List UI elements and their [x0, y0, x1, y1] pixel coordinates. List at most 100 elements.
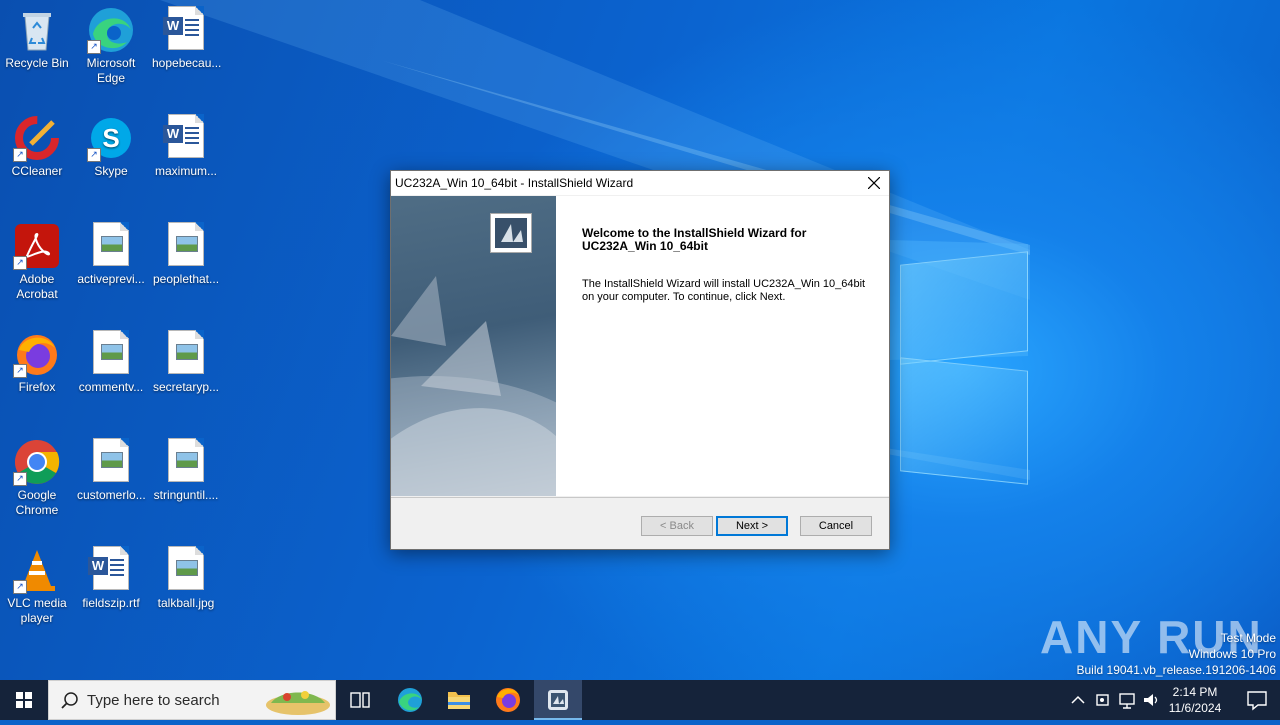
installshield-logo-icon [490, 213, 532, 253]
watermark-line: Windows 10 Pro [1188, 647, 1276, 661]
edge-icon: ↗ [87, 6, 135, 54]
task-view-button[interactable] [336, 680, 384, 720]
desktop-icon-label: Google Chrome [15, 488, 59, 517]
desktop-icon-firefox[interactable]: ↗ Firefox [1, 324, 73, 395]
desktop-icon-label: commentv... [78, 380, 144, 394]
desktop-icon-fieldszip[interactable]: W fieldszip.rtf [75, 540, 147, 611]
desktop-icon-customerlo[interactable]: customerlo... [75, 432, 147, 503]
back-button[interactable]: < Back [641, 516, 713, 536]
task-view-icon [350, 692, 370, 708]
taskbar: Type here to search 2:14 PM 11/6/2024 [0, 680, 1280, 720]
desktop-icon-commentv[interactable]: commentv... [75, 324, 147, 395]
watermark-line: Build 19041.vb_release.191206-1406 [1076, 663, 1277, 677]
desktop-icon-label: fieldszip.rtf [82, 596, 140, 610]
skype-icon: S ↗ [87, 114, 135, 162]
desktop-icon-vlc-media-player[interactable]: ↗ VLC media player [1, 540, 73, 626]
word-document-icon: W [162, 114, 210, 162]
word-document-icon: W [87, 546, 135, 594]
system-watermark: Test Mode Windows 10 Pro Build 19041.vb_… [1077, 630, 1277, 678]
windows-logo-pane-tl [900, 251, 1028, 365]
desktop-icon-microsoft-edge[interactable]: ↗ Microsoft Edge [75, 0, 147, 86]
image-file-icon [162, 438, 210, 486]
desktop-icon-label: stringuntil.... [153, 488, 219, 502]
desktop-icon-maximum[interactable]: W maximum... [150, 108, 222, 179]
clock-time: 2:14 PM [1172, 685, 1218, 699]
wizard-divider [391, 497, 889, 498]
desktop-icon-label: hopebecau... [152, 56, 222, 70]
action-center-button[interactable] [1234, 680, 1280, 720]
installshield-wizard-window: UC232A_Win 10_64bit - InstallShield Wiza… [390, 170, 890, 550]
windows-start-icon [16, 692, 32, 708]
clock-date: 11/6/2024 [1168, 701, 1222, 715]
image-file-icon [162, 330, 210, 378]
desktop-icon-talkball[interactable]: talkball.jpg [150, 540, 222, 611]
watermark-line: Test Mode [1220, 631, 1276, 645]
desktop-icon-ccleaner[interactable]: ↗ CCleaner [1, 108, 73, 179]
desktop-icon-hopebecau[interactable]: W hopebecau... [150, 0, 222, 71]
search-icon [61, 692, 78, 709]
search-highlight-doodle-icon [266, 691, 330, 715]
desktop-icon-peoplethat[interactable]: peoplethat... [150, 216, 222, 287]
ccleaner-icon: ↗ [13, 114, 61, 162]
volume-icon[interactable] [1141, 690, 1161, 710]
next-button[interactable]: Next > [716, 516, 788, 536]
notification-icon [1247, 691, 1267, 711]
close-button[interactable] [859, 171, 889, 195]
desktop-icon-label: Microsoft Edge [86, 56, 136, 85]
vlc-icon: ↗ [13, 546, 61, 594]
taskbar-clock[interactable]: 2:14 PM 11/6/2024 [1165, 684, 1225, 716]
windows-logo-pane-bl [900, 357, 1028, 485]
desktop-icon-label: secretaryp... [152, 380, 220, 394]
desktop-icon-label: CCleaner [11, 164, 63, 178]
shortcut-arrow-icon: ↗ [87, 148, 101, 162]
cancel-button[interactable]: Cancel [800, 516, 872, 536]
wizard-titlebar[interactable]: UC232A_Win 10_64bit - InstallShield Wiza… [391, 171, 889, 195]
taskbar-edge-button[interactable] [386, 680, 434, 720]
start-button[interactable] [0, 680, 48, 720]
installshield-icon [548, 690, 568, 710]
image-file-icon [87, 330, 135, 378]
desktop-icon-label: customerlo... [77, 488, 146, 502]
desktop-icon-secretaryp[interactable]: secretaryp... [150, 324, 222, 395]
image-file-icon [162, 222, 210, 270]
wizard-body-line: on your computer. To continue, click Nex… [582, 291, 786, 303]
desktop-icon-adobe-acrobat[interactable]: ↗ Adobe Acrobat [1, 216, 73, 302]
acrobat-icon: ↗ [13, 222, 61, 270]
desktop-icon-recycle-bin[interactable]: Recycle Bin [1, 0, 73, 71]
desktop-icon-label: VLC media player [7, 596, 67, 625]
desktop-icon-google-chrome[interactable]: ↗ Google Chrome [1, 432, 73, 518]
shortcut-arrow-icon: ↗ [13, 472, 27, 486]
taskbar-file-explorer-button[interactable] [435, 680, 483, 720]
folder-icon [448, 692, 470, 709]
close-icon [867, 176, 881, 190]
desktop-icon-activeprevi[interactable]: activeprevi... [75, 216, 147, 287]
desktop-icon-label: peoplethat... [152, 272, 220, 286]
taskbar-firefox-button[interactable] [484, 680, 532, 720]
network-icon[interactable] [1117, 690, 1137, 710]
image-file-icon [87, 222, 135, 270]
wizard-body-line: The InstallShield Wizard will install UC… [582, 278, 866, 290]
desktop-icon-label: Recycle Bin [5, 56, 69, 70]
wizard-body-text: The InstallShield Wizard will install UC… [582, 278, 882, 304]
desktop-icon-stringuntil[interactable]: stringuntil.... [150, 432, 222, 503]
desktop-icon-label: activeprevi... [77, 272, 145, 286]
svg-text:S: S [102, 123, 119, 153]
firefox-icon: ↗ [13, 330, 61, 378]
desktop: Recycle Bin ↗ Microsoft Edge W hopebecau… [0, 0, 1280, 680]
desktop-icon-label: Firefox [18, 380, 56, 394]
wizard-title: UC232A_Win 10_64bit - InstallShield Wiza… [395, 176, 634, 190]
chevron-up-icon[interactable] [1068, 690, 1088, 710]
image-file-icon [162, 546, 210, 594]
taskbar-search-box[interactable]: Type here to search [48, 680, 336, 720]
shortcut-arrow-icon: ↗ [87, 40, 101, 54]
meet-now-icon[interactable] [1093, 690, 1113, 710]
search-placeholder: Type here to search [87, 692, 220, 709]
edge-icon [398, 688, 422, 712]
recycle-bin-icon [13, 6, 61, 54]
taskbar-installshield-button[interactable] [534, 680, 582, 720]
shortcut-arrow-icon: ↗ [13, 364, 27, 378]
image-file-icon [87, 438, 135, 486]
desktop-icon-label: Adobe Acrobat [16, 272, 58, 301]
desktop-icon-skype[interactable]: S ↗ Skype [75, 108, 147, 179]
wizard-heading: Welcome to the InstallShield Wizard for … [582, 226, 807, 253]
